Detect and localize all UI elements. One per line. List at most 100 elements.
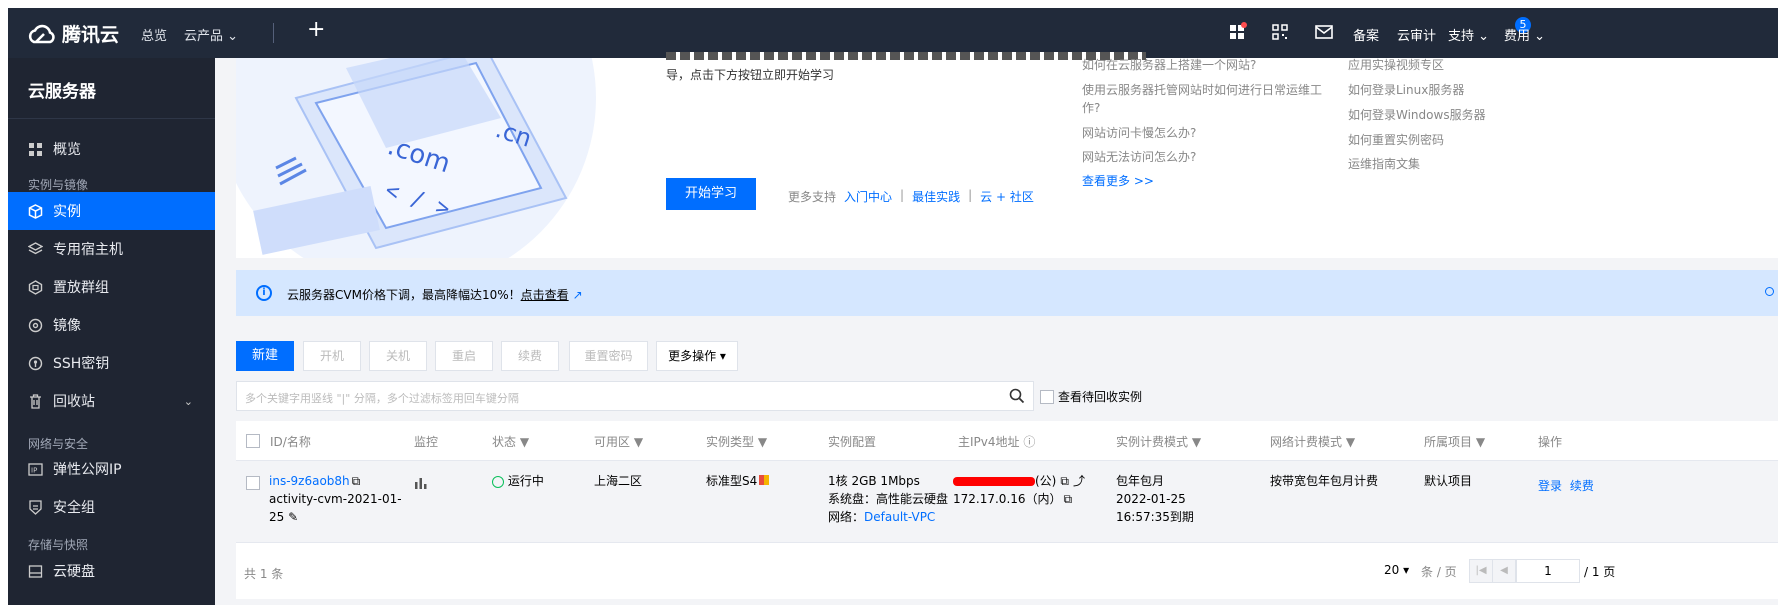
ip-icon: IP [28,462,43,476]
sidebar-item-security-group[interactable]: 安全组 [8,488,215,526]
info-icon[interactable]: ⓘ [1023,435,1035,449]
qrcode-icon[interactable] [1270,22,1290,42]
redacted-public-ip [953,477,1035,486]
link-community[interactable]: 云 + 社区 [980,188,1034,205]
disk-icon [28,564,43,578]
page-size-select[interactable]: 20 ▾ [1384,563,1409,577]
nav-billing[interactable]: 费用 ⌄ [1504,25,1545,44]
column-header-label: 可用区 [594,435,631,449]
table-row: ins-9z6aob8h ⧉ activity-cvm-2021-01- 25 ✎… [236,461,1778,543]
first-page-button[interactable]: |◀ [1469,559,1493,583]
faq-more-link[interactable]: 查看更多 >> [1082,172,1154,189]
nav-support[interactable]: 支持 ⌄ [1448,25,1489,44]
row-checkbox[interactable] [246,476,260,490]
start-learning-button[interactable]: 开始学习 [666,178,756,210]
link-best-practice[interactable]: 最佳实践 [912,188,960,205]
private-ip: 172.17.0.16（内） [953,492,1062,506]
instance-id-link[interactable]: ins-9z6aob8h [269,474,350,488]
sidebar-item-placement-group[interactable]: 置放群组 [8,268,215,306]
recycle-filter-checkbox[interactable] [1040,389,1054,404]
more-actions-dropdown[interactable]: 更多操作 ▾ [656,341,738,371]
faq-link-cont[interactable]: 作? [1082,99,1100,116]
column-header-ip: 主IPv4地址 ⓘ [958,433,1035,450]
copy-icon[interactable]: ⧉ [352,474,361,488]
column-header-type[interactable]: 实例类型 ▼ [706,433,767,450]
config-spec: 1核 2GB 1Mbps [828,474,920,488]
status-cell: 运行中 [492,472,544,490]
banner-cropped-text [666,52,1146,60]
login-link[interactable]: 登录 [1538,479,1562,493]
column-header-zone[interactable]: 可用区 ▼ [594,433,643,450]
copy-icon[interactable]: ⧉ [1060,474,1069,488]
notice-text: 云服务器CVM价格下调，最高降幅达10%！点击查看 ↗ [287,286,583,303]
laptop-illustration: .com .cn < / > [236,58,596,258]
search-icon[interactable] [1009,388,1025,404]
bind-icon[interactable]: ⤴ [1073,474,1085,488]
page-size-unit: 条 / 页 [1421,565,1457,579]
faq-link[interactable]: 如何在云服务器上搭建一个网站? [1082,56,1256,73]
sidebar-item-instances[interactable]: 实例 [8,192,215,230]
faq-link[interactable]: 网站无法访问怎么办? [1082,148,1196,165]
edit-icon[interactable]: ✎ [288,510,298,524]
guide-link[interactable]: 应用实操视频专区 [1348,56,1444,73]
notice-indicator-icon[interactable] [1765,287,1774,296]
billing-mode: 包年包月 [1116,474,1165,488]
caret-down-icon: ▾ [1403,563,1410,577]
notice-link[interactable]: 点击查看 [521,288,569,302]
mail-icon[interactable] [1314,22,1334,42]
sidebar-item-images[interactable]: 镜像 [8,306,215,344]
column-header-net-billing[interactable]: 网络计费模式 ▼ [1270,433,1355,450]
type-badge-icon [759,475,770,485]
sidebar-item-ssh-keys[interactable]: SSH密钥 [8,344,215,382]
nav-filing[interactable]: 备案 [1353,25,1379,44]
new-instance-button[interactable]: 新建 [236,341,294,371]
guide-link[interactable]: 运维指南文集 [1348,155,1420,172]
page-number-input[interactable]: 1 [1516,559,1580,583]
column-header-project[interactable]: 所属项目 ▼ [1424,433,1485,450]
nav-overview[interactable]: 总览 [141,25,167,44]
stop-button[interactable]: 关机 [369,341,427,371]
more-actions-label: 更多操作 [668,349,717,363]
guide-link[interactable]: 如何登录Linux服务器 [1348,81,1464,98]
sidebar-item-label: 云硬盘 [53,564,95,580]
brand-logo[interactable]: 腾讯云 [26,20,119,47]
brand-name: 腾讯云 [62,24,120,46]
faq-link[interactable]: 使用云服务器托管网站时如何进行日常运维工 [1082,81,1322,98]
sidebar-item-label: 弹性公网IP [53,462,122,478]
guide-link[interactable]: 如何登录Windows服务器 [1348,106,1486,123]
sidebar-item-recycle-bin[interactable]: 回收站 ⌄ [8,382,215,420]
add-shortcut-button[interactable]: + [307,17,325,42]
apps-grid-icon[interactable] [1227,22,1247,42]
sidebar-group-storage: 存储与快照 [28,538,89,552]
link-getting-started[interactable]: 入门中心 [844,188,892,205]
svg-text:IP: IP [31,466,37,474]
renew-link[interactable]: 续费 [1570,479,1594,493]
filter-icon: ▼ [757,435,768,449]
sidebar-item-cloud-disk[interactable]: 云硬盘 [8,552,215,590]
sidebar-item-eip[interactable]: IP 弹性公网IP [8,450,215,488]
guide-link[interactable]: 如何重置实例密码 [1348,131,1444,148]
sidebar-item-dedicated-host[interactable]: 专用宿主机 [8,230,215,268]
running-status-icon [492,475,504,488]
column-header-billing[interactable]: 实例计费模式 ▼ [1116,433,1201,450]
start-button[interactable]: 开机 [303,341,361,371]
copy-icon[interactable]: ⧉ [1064,492,1073,506]
faq-link[interactable]: 网站访问卡慢怎么办? [1082,124,1196,141]
search-input[interactable]: 多个关键字用竖线 "|" 分隔，多个过滤标签用回车键分隔 [236,381,1034,411]
notice-message: 云服务器CVM价格下调，最高降幅达10%！ [287,288,521,302]
prev-page-button[interactable]: ◀ [1492,559,1516,583]
column-header-status[interactable]: 状态 ▼ [492,433,529,450]
vpc-link[interactable]: Default-VPC [864,510,935,524]
monitor-chart-icon[interactable] [414,476,428,490]
renew-button[interactable]: 续费 [501,341,559,371]
sidebar-item-overview[interactable]: 概览 [8,130,215,168]
banner-description: 导，点击下方按钮立即开始学习 [666,68,835,82]
reset-password-button[interactable]: 重置密码 [569,341,648,371]
restart-button[interactable]: 重启 [435,341,493,371]
nav-audit[interactable]: 云审计 [1397,25,1436,44]
billing-cell: 包年包月 2022-01-25 16:57:35到期 [1116,472,1194,526]
select-all-checkbox[interactable] [246,434,260,448]
nav-products[interactable]: 云产品 ⌄ [184,25,238,44]
trash-icon [30,393,41,409]
recycle-filter[interactable]: 查看待回收实例 [1040,388,1142,405]
